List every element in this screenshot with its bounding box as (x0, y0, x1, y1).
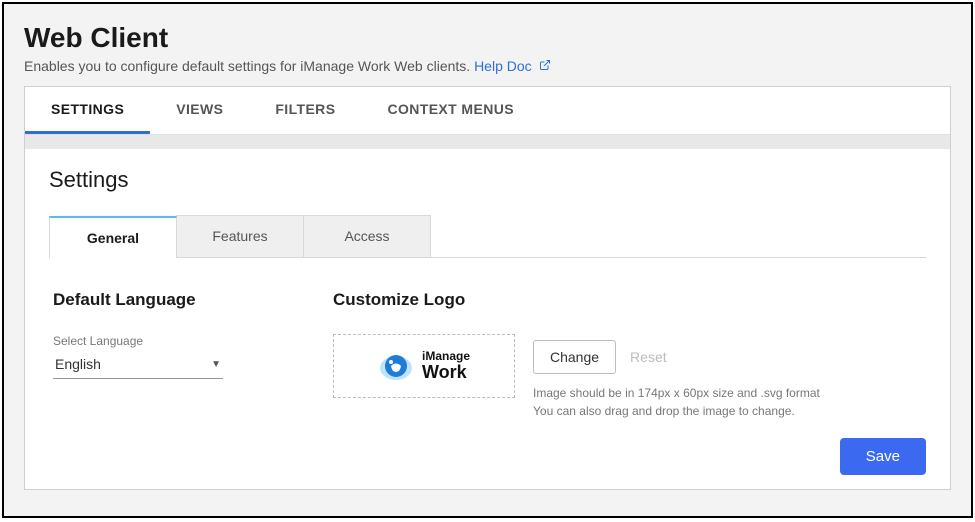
language-select[interactable]: English ▼ (53, 352, 223, 379)
subtab-access[interactable]: Access (303, 215, 431, 257)
page-title: Web Client (24, 22, 951, 54)
section-title: Settings (49, 167, 926, 193)
change-logo-button[interactable]: Change (533, 340, 616, 374)
settings-content: Settings General Features Access Default… (25, 149, 950, 434)
logo-hint-text: Image should be in 174px x 60px size and… (533, 384, 823, 420)
chevron-down-icon: ▼ (211, 359, 221, 370)
primary-tab-row: SETTINGS VIEWS FILTERS CONTEXT MENUS (25, 87, 950, 135)
subtab-features[interactable]: Features (176, 215, 304, 257)
main-panel: SETTINGS VIEWS FILTERS CONTEXT MENUS Set… (24, 86, 951, 490)
tab-filters[interactable]: FILTERS (249, 87, 361, 134)
sub-tab-row: General Features Access (49, 215, 926, 258)
logo-brand-top: iManage (422, 350, 470, 363)
subtab-general[interactable]: General (49, 216, 177, 258)
language-select-value: English (55, 356, 101, 372)
customize-logo-group: Customize Logo (333, 290, 922, 420)
reset-logo-link[interactable]: Reset (630, 349, 667, 365)
logo-side-col: Change Reset Image should be in 174px x … (533, 334, 823, 420)
select-language-label: Select Language (53, 334, 273, 348)
default-language-group: Default Language Select Language English… (53, 290, 273, 420)
logo-row: iManage Work Change Reset Image should b… (333, 334, 922, 420)
save-row: Save (25, 434, 950, 489)
page-subtitle: Enables you to configure default setting… (24, 58, 951, 74)
tab-settings[interactable]: SETTINGS (25, 87, 150, 134)
logo-text-stack: iManage Work (422, 350, 470, 383)
customize-logo-title: Customize Logo (333, 290, 922, 310)
help-doc-link[interactable]: Help Doc (474, 58, 550, 74)
logo-actions: Change Reset (533, 340, 823, 374)
app-frame: Web Client Enables you to configure defa… (2, 2, 973, 518)
subtitle-text: Enables you to configure default setting… (24, 58, 474, 74)
logo-preview: iManage Work (378, 348, 470, 384)
page-header: Web Client Enables you to configure defa… (4, 4, 971, 86)
tab-context-menus[interactable]: CONTEXT MENUS (361, 87, 540, 134)
logo-brand-bottom: Work (422, 363, 470, 383)
tab-views[interactable]: VIEWS (150, 87, 249, 134)
default-language-title: Default Language (53, 290, 273, 310)
help-doc-label: Help Doc (474, 58, 532, 74)
logo-dropzone[interactable]: iManage Work (333, 334, 515, 398)
save-button[interactable]: Save (840, 438, 926, 475)
external-link-icon (539, 58, 551, 74)
form-area: Default Language Select Language English… (49, 258, 926, 424)
imanage-logo-icon (378, 348, 414, 384)
divider-strip (25, 135, 950, 149)
